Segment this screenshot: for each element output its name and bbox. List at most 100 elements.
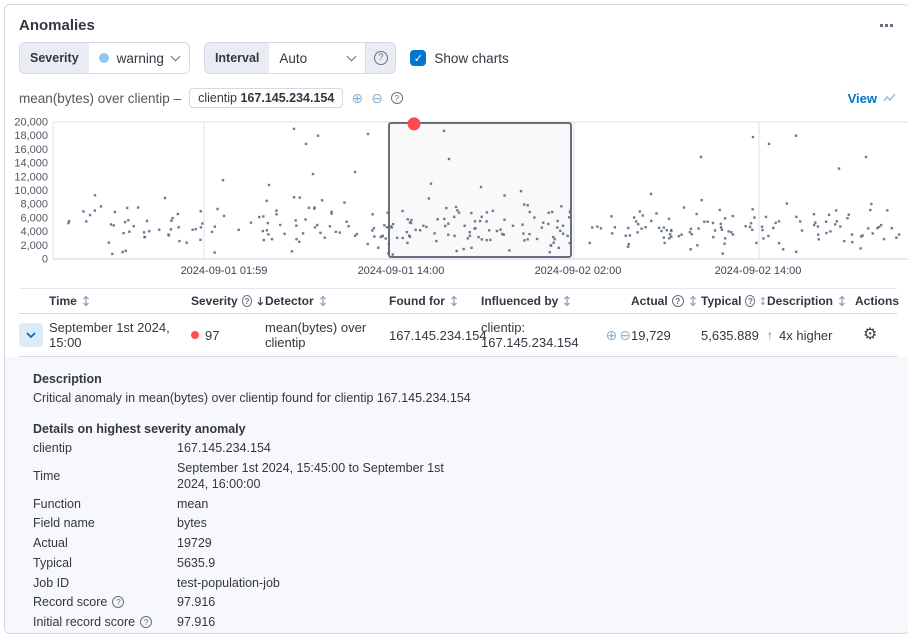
detail-label: Time — [33, 468, 60, 484]
cell-found-for: 167.145.234.154 — [389, 328, 481, 343]
view-link[interactable]: View — [848, 91, 897, 106]
column-header-label: Influenced by — [481, 294, 558, 308]
anomaly-marker[interactable] — [408, 117, 421, 130]
column-header-label: Detector — [265, 294, 314, 308]
detail-value: 5635.9 — [177, 556, 215, 570]
detail-value: 97.916 — [177, 595, 215, 609]
filter-in-icon[interactable]: ⊕ — [606, 328, 618, 342]
detail-value: September 1st 2024, 15:45:00 to Septembe… — [177, 461, 444, 491]
y-axis-tick-label: 16,000 — [14, 144, 48, 156]
column-header-found-for[interactable]: Found for — [389, 294, 481, 308]
checkbox-check-icon[interactable]: ✓ — [410, 50, 426, 66]
show-charts-checkbox[interactable]: ✓ Show charts — [410, 50, 508, 66]
description-text: Critical anomaly in mean(bytes) over cli… — [33, 390, 893, 406]
actions-gear-icon[interactable]: ⚙ — [863, 326, 877, 343]
critical-dot-icon — [191, 331, 199, 339]
sortable-icon — [449, 295, 459, 307]
help-icon: ? — [374, 51, 388, 65]
detail-label: Actual — [33, 535, 68, 551]
severity-label: Severity — [20, 43, 89, 73]
column-header-actual[interactable]: Actual? — [631, 294, 701, 308]
cell-time: September 1st 2024, 15:00 — [49, 320, 191, 350]
severity-select[interactable]: warning — [89, 43, 189, 73]
detail-value: mean — [177, 497, 208, 511]
row-expand-button[interactable] — [19, 323, 43, 347]
y-axis-tick-label: 10,000 — [14, 185, 48, 197]
column-header-typical[interactable]: Typical? — [701, 294, 767, 308]
column-header-label: Time — [49, 294, 77, 308]
detail-label: clientip — [33, 440, 72, 456]
chevron-down-icon — [170, 51, 180, 61]
cell-severity: 97 — [191, 328, 265, 343]
severity-filter[interactable]: Severity warning — [19, 42, 190, 74]
sortable-icon — [562, 295, 572, 307]
help-icon[interactable]: ? — [242, 295, 253, 307]
detail-row: Actual 19729 — [33, 535, 893, 551]
help-icon[interactable]: ? — [112, 596, 124, 608]
help-icon[interactable]: ? — [140, 616, 152, 628]
column-header-actions: Actions — [855, 294, 897, 308]
detail-row: Record score? 97.916 — [33, 594, 893, 610]
chevron-down-icon — [347, 51, 357, 61]
anomalies-table: TimeSeverity?DetectorFound forInfluenced… — [5, 288, 908, 357]
sortable-icon — [759, 295, 767, 307]
detail-value: test-population-job — [177, 576, 280, 590]
filter-out-icon[interactable]: ⊖ — [619, 328, 631, 342]
y-axis-tick-label: 14,000 — [14, 158, 48, 170]
column-header-time[interactable]: Time — [49, 294, 191, 308]
detail-row: Time September 1st 2024, 15:45:00 to Sept… — [33, 460, 893, 493]
column-header-label: Description — [767, 294, 833, 308]
detail-value: 167.145.234.154 — [177, 441, 271, 455]
filter-in-icon[interactable]: ⊕ — [351, 91, 363, 105]
y-axis-tick-label: 18,000 — [14, 130, 48, 142]
anomalies-panel: Anomalies Severity warning Interval Auto… — [4, 4, 908, 634]
interval-value: Auto — [279, 51, 307, 66]
page-title: Anomalies — [19, 17, 95, 34]
entity-badge: clientip 167.145.234.154 — [189, 88, 343, 108]
detail-label: Initial record score — [33, 614, 135, 630]
y-axis-tick-label: 4,000 — [20, 226, 48, 238]
detail-label: Record score — [33, 594, 107, 610]
column-header-label: Typical — [701, 294, 741, 308]
chevron-down-icon — [24, 328, 38, 342]
sortable-icon — [81, 295, 91, 307]
warning-dot-icon — [99, 53, 109, 63]
help-icon[interactable]: ? — [672, 295, 684, 307]
filter-out-icon[interactable]: ⊖ — [371, 91, 383, 105]
detail-row: Job IDtest-population-job — [33, 575, 893, 591]
detail-label: Function — [33, 496, 81, 512]
interval-select[interactable]: Auto — [269, 43, 365, 73]
cell-description: ↑ 4x higher — [767, 328, 855, 343]
column-header-label: Actual — [631, 294, 668, 308]
sortable-icon — [318, 295, 328, 307]
help-icon[interactable]: ? — [745, 295, 755, 307]
interval-filter[interactable]: Interval Auto ? — [204, 42, 396, 74]
detail-row: clientip 167.145.234.154 — [33, 440, 893, 456]
x-axis-tick-label: 2024-09-01 01:59 — [181, 265, 268, 277]
up-arrow-icon: ↑ — [767, 328, 773, 342]
help-icon[interactable]: ? — [391, 92, 403, 104]
column-header-label: Actions — [855, 294, 899, 308]
anomaly-scatter-chart: 02,0004,0006,0008,00010,00012,00014,0001… — [5, 114, 908, 284]
chart-title: mean(bytes) over clientip – — [19, 91, 181, 106]
interval-help-button[interactable]: ? — [365, 43, 395, 73]
column-header-label: Found for — [389, 294, 445, 308]
column-header-label: Severity — [191, 294, 238, 308]
sort-desc-icon — [256, 295, 265, 307]
detail-value: 19729 — [177, 536, 212, 550]
column-header-detector[interactable]: Detector — [265, 294, 389, 308]
column-header-severity[interactable]: Severity? — [191, 294, 265, 308]
detail-value: bytes — [177, 516, 207, 530]
interval-label: Interval — [205, 43, 269, 73]
sparkline-icon — [883, 92, 897, 104]
panel-options-icon[interactable] — [876, 20, 897, 31]
detail-label: Typical — [33, 555, 72, 571]
column-header-description[interactable]: Description — [767, 294, 855, 308]
chart-selection-brush[interactable] — [389, 123, 571, 257]
description-heading: Description — [33, 371, 893, 387]
y-axis-tick-label: 20,000 — [14, 117, 48, 129]
sortable-icon — [688, 295, 698, 307]
column-header-influenced-by[interactable]: Influenced by — [481, 294, 631, 308]
expanded-row-details: Description Critical anomaly in mean(byt… — [5, 357, 908, 634]
detail-row: Field namebytes — [33, 515, 893, 531]
